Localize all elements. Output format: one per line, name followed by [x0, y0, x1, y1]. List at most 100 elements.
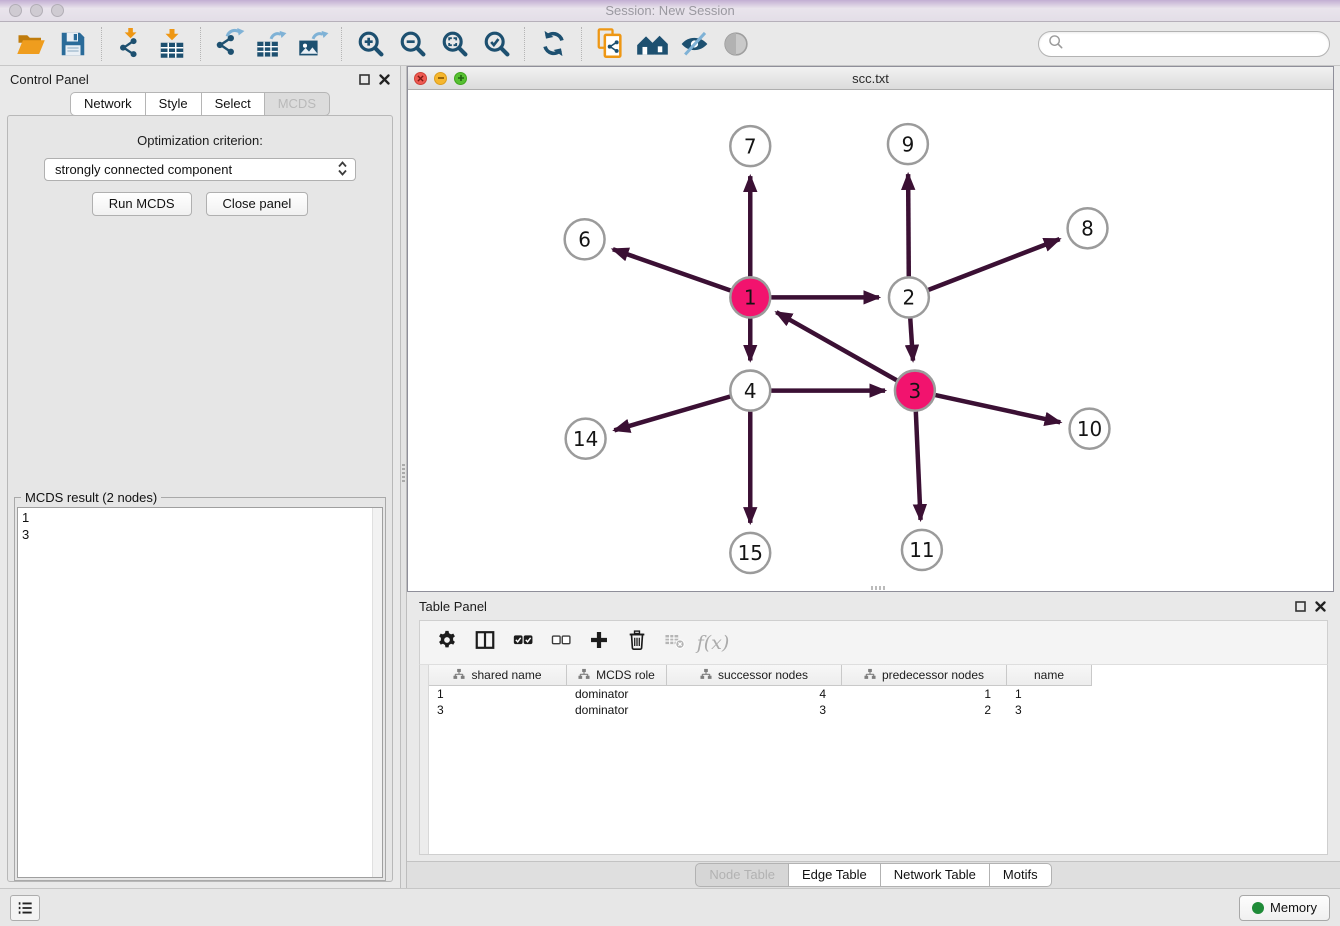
node-label: 4 — [744, 379, 757, 403]
zoom-selected-button[interactable] — [475, 25, 517, 63]
close-table-panel-icon[interactable] — [1315, 601, 1326, 612]
canvas-resize-grip[interactable] — [871, 586, 885, 590]
add-column-button[interactable] — [580, 625, 618, 661]
first-neighbors-button[interactable] — [631, 25, 673, 63]
graph-node-4[interactable]: 4 — [730, 371, 770, 411]
edge-2-8[interactable] — [928, 239, 1059, 290]
graph-node-15[interactable]: 15 — [730, 533, 770, 573]
table-cell[interactable]: 3 — [667, 702, 842, 718]
control-panel-header: Control Panel — [0, 66, 400, 92]
export-image-button[interactable] — [292, 25, 334, 63]
graph-node-10[interactable]: 10 — [1070, 409, 1110, 449]
hide-selected-button[interactable] — [673, 25, 715, 63]
graph-node-9[interactable]: 9 — [888, 124, 928, 164]
edge-3-10[interactable] — [935, 395, 1060, 422]
select-all-checkboxes-button[interactable] — [504, 625, 542, 661]
graph-node-7[interactable]: 7 — [730, 126, 770, 166]
column-header-predecessor-nodes[interactable]: predecessor nodes — [842, 665, 1007, 686]
new-network-from-selection-button[interactable] — [589, 25, 631, 63]
toolbar-button-groups — [10, 25, 757, 63]
column-header-name[interactable]: name — [1007, 665, 1092, 686]
export-network-button[interactable] — [208, 25, 250, 63]
graph-node-2[interactable]: 2 — [889, 277, 929, 317]
tab-mcds[interactable]: MCDS — [264, 92, 330, 116]
import-table-icon — [157, 29, 187, 59]
graph-node-8[interactable]: 8 — [1068, 208, 1108, 248]
zoom-fit-button[interactable] — [433, 25, 475, 63]
memory-button[interactable]: Memory — [1239, 895, 1330, 921]
task-history-button[interactable] — [10, 895, 40, 921]
tab-node-table[interactable]: Node Table — [695, 863, 789, 887]
tab-network[interactable]: Network — [70, 92, 146, 116]
panel-splitter[interactable] — [400, 66, 407, 888]
edge-3-11[interactable] — [916, 412, 921, 520]
hierarchy-sort-icon — [700, 668, 712, 683]
table-cell[interactable]: 3 — [429, 702, 567, 718]
split-columns-button[interactable] — [466, 625, 504, 661]
table-cell[interactable]: 4 — [667, 686, 842, 702]
edge-4-14[interactable] — [614, 396, 730, 430]
save-session-icon — [58, 29, 88, 59]
tab-select[interactable]: Select — [201, 92, 265, 116]
node-label: 9 — [902, 132, 915, 156]
run-mcds-button[interactable]: Run MCDS — [92, 192, 192, 216]
table-row[interactable]: 3dominator323 — [429, 702, 1327, 718]
table-panel-title: Table Panel — [419, 599, 487, 614]
graph-node-11[interactable]: 11 — [902, 530, 942, 570]
open-folder-button[interactable] — [10, 25, 52, 63]
optimization-criterion-select[interactable]: strongly connected component — [44, 158, 356, 181]
network-view-window: scc.txt 7 9 6 8 1 2 4 3 14 10 15 11 — [407, 66, 1334, 592]
table-cell[interactable]: 1 — [1007, 686, 1092, 702]
network-window-title: scc.txt — [408, 71, 1333, 86]
graph-node-14[interactable]: 14 — [566, 419, 606, 459]
float-table-panel-icon[interactable] — [1295, 601, 1306, 612]
export-table-button[interactable] — [250, 25, 292, 63]
tab-edge-table[interactable]: Edge Table — [788, 863, 881, 887]
table-header-row: shared nameMCDS rolesuccessor nodesprede… — [429, 665, 1327, 686]
table-cell[interactable]: 1 — [842, 686, 1007, 702]
edge-1-6[interactable] — [613, 249, 731, 290]
float-panel-icon[interactable] — [359, 74, 370, 85]
table-cell[interactable]: dominator — [567, 702, 667, 718]
zoom-out-button[interactable] — [391, 25, 433, 63]
application-window: Session: New Session Control Panel Netwo… — [0, 0, 1340, 926]
tab-network-table[interactable]: Network Table — [880, 863, 990, 887]
graph-node-6[interactable]: 6 — [565, 219, 605, 259]
close-panel-button[interactable]: Close panel — [206, 192, 309, 216]
open-folder-icon — [16, 29, 46, 59]
save-session-button[interactable] — [52, 25, 94, 63]
network-canvas[interactable]: 7 9 6 8 1 2 4 3 14 10 15 11 — [408, 90, 1333, 591]
table-row[interactable]: 1dominator411 — [429, 686, 1327, 702]
graph-node-3[interactable]: 3 — [895, 371, 935, 411]
table-cell[interactable]: 2 — [842, 702, 1007, 718]
import-network-button[interactable] — [109, 25, 151, 63]
toolbar-separator — [524, 27, 525, 61]
graph-node-1[interactable]: 1 — [730, 277, 770, 317]
edge-2-3[interactable] — [910, 318, 913, 360]
result-scrollbar[interactable] — [372, 508, 382, 877]
search-input[interactable] — [1068, 36, 1320, 51]
tab-motifs[interactable]: Motifs — [989, 863, 1052, 887]
edge-2-9[interactable] — [908, 174, 909, 276]
column-header-successor-nodes[interactable]: successor nodes — [667, 665, 842, 686]
close-panel-icon[interactable] — [379, 74, 390, 85]
deselect-all-checkboxes-button[interactable] — [542, 625, 580, 661]
delete-column-button[interactable] — [618, 625, 656, 661]
search-box[interactable] — [1038, 31, 1330, 57]
control-panel-title: Control Panel — [10, 72, 89, 87]
column-header-MCDS-role[interactable]: MCDS role — [567, 665, 667, 686]
import-table-button[interactable] — [151, 25, 193, 63]
edge-3-1[interactable] — [776, 312, 896, 380]
row-header-gutter — [420, 665, 429, 854]
export-network-icon — [214, 28, 245, 59]
zoom-in-button[interactable] — [349, 25, 391, 63]
table-cell[interactable]: 1 — [429, 686, 567, 702]
settings-gear-button[interactable] — [428, 625, 466, 661]
mcds-result-text[interactable]: 13 — [17, 507, 383, 878]
table-cell[interactable]: 3 — [1007, 702, 1092, 718]
refresh-button[interactable] — [532, 25, 574, 63]
table-cell[interactable]: dominator — [567, 686, 667, 702]
column-header-shared-name[interactable]: shared name — [429, 665, 567, 686]
hide-selected-icon — [679, 30, 710, 58]
tab-style[interactable]: Style — [145, 92, 202, 116]
